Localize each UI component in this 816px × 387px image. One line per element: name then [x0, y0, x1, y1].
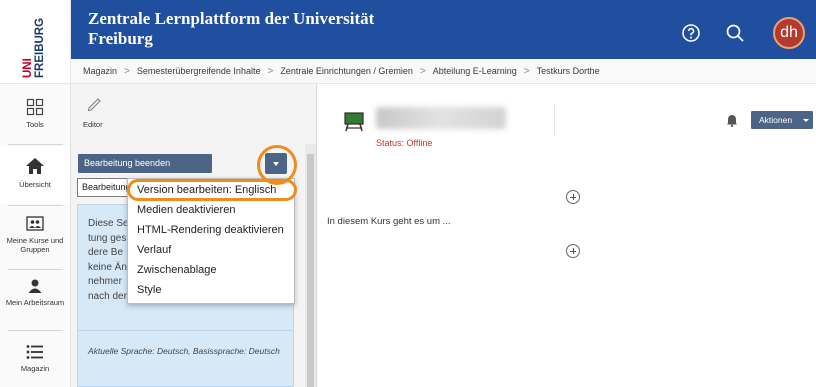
- content-area: Status: Offline Aktionen In diesem Kurs …: [318, 84, 816, 387]
- main-bar: Tools Übersicht Meine Kurse und Gruppen …: [0, 84, 71, 387]
- actions-button[interactable]: Aktionen: [751, 111, 813, 129]
- header-bar: Zentrale Lernplattform der Universität F…: [71, 0, 816, 59]
- chevron-right-icon: >: [419, 66, 426, 77]
- breadcrumb-item[interactable]: Semesterübergreifende Inhalte: [137, 66, 261, 76]
- mainbar-label: Meine Kurse und Gruppen: [6, 236, 64, 254]
- editor-label: Editor: [83, 120, 103, 129]
- scrollbar-thumb[interactable]: [307, 154, 314, 387]
- courses-icon: [26, 216, 44, 231]
- course-title-blurred: [376, 107, 506, 129]
- menu-item-style[interactable]: Style: [134, 280, 294, 300]
- add-content-icon[interactable]: [566, 190, 580, 204]
- mainbar-label: Tools: [26, 120, 44, 129]
- mainbar-label: Mein Arbeitsraum: [5, 298, 65, 307]
- content-paragraph[interactable]: In diesem Kurs geht es um ...: [327, 216, 451, 227]
- divider: [8, 269, 63, 270]
- page-title[interactable]: Zentrale Lernplattform der Universität F…: [88, 9, 388, 49]
- dropdown-highlight-ring: [257, 145, 297, 185]
- chevron-right-icon: >: [124, 66, 130, 77]
- logo-area: UNI FREIBURG: [0, 0, 71, 84]
- end-editing-button[interactable]: Bearbeitung beenden: [78, 154, 212, 173]
- breadcrumb-item[interactable]: Testkurs Dorthe: [537, 66, 600, 76]
- logo-line-1: UNI: [22, 58, 34, 78]
- mainbar-label: Übersicht: [19, 180, 51, 189]
- mainbar-label: Magazin: [20, 364, 50, 373]
- pencil-icon: [87, 98, 101, 112]
- divider: [8, 330, 63, 331]
- user-avatar[interactable]: dh: [773, 17, 805, 49]
- actions-label: Aktionen: [759, 115, 793, 125]
- university-logo[interactable]: UNI FREIBURG: [22, 6, 50, 78]
- breadcrumb-item[interactable]: Abteilung E-Learning: [433, 66, 517, 76]
- search-icon[interactable]: [724, 22, 746, 44]
- divider: [8, 205, 63, 206]
- mainbar-item-courses[interactable]: Meine Kurse und Gruppen: [0, 210, 70, 268]
- tools-grid-icon: [26, 98, 44, 116]
- add-content-icon[interactable]: [566, 244, 580, 258]
- menu-item-disable-html[interactable]: HTML-Rendering deaktivieren: [134, 220, 294, 240]
- mainbar-item-tools[interactable]: Tools: [0, 90, 70, 148]
- person-icon: [28, 279, 42, 293]
- mainbar-item-magazin[interactable]: Magazin: [0, 336, 70, 387]
- menu-item-disable-media[interactable]: Medien deaktivieren: [134, 200, 294, 220]
- breadcrumb: Magazin > Semesterübergreifende Inhalte > Ze…: [71, 59, 816, 84]
- menu-item-clipboard[interactable]: Zwischenablage: [134, 260, 294, 280]
- divider: [554, 104, 555, 136]
- chevron-right-icon: >: [523, 66, 530, 77]
- menu-item-history[interactable]: Verlauf: [134, 240, 294, 260]
- home-icon: [26, 158, 44, 174]
- bell-icon[interactable]: [726, 114, 738, 127]
- list-icon: [26, 345, 43, 359]
- logo-line-2: FREIBURG: [34, 17, 46, 78]
- course-board-icon: [344, 112, 364, 132]
- course-status: Status: Offline: [376, 138, 433, 148]
- breadcrumb-item[interactable]: Zentrale Einrichtungen / Gremien: [280, 66, 413, 76]
- slate-scrollbar[interactable]: [305, 144, 316, 387]
- chevron-right-icon: >: [267, 66, 274, 77]
- breadcrumb-item[interactable]: Magazin: [83, 66, 117, 76]
- app-root: UNI FREIBURG Zentrale Lernplattform der …: [0, 0, 816, 387]
- caret-down-icon: [803, 119, 809, 122]
- language-info-box: Aktuelle Sprache: Deutsch, Basissprache:…: [77, 330, 294, 387]
- mainbar-item-workspace[interactable]: Mein Arbeitsraum: [0, 274, 70, 332]
- divider: [8, 144, 63, 145]
- help-icon[interactable]: [680, 22, 702, 44]
- editor-tool[interactable]: Editor: [83, 94, 123, 134]
- mainbar-item-overview[interactable]: Übersicht: [0, 146, 70, 204]
